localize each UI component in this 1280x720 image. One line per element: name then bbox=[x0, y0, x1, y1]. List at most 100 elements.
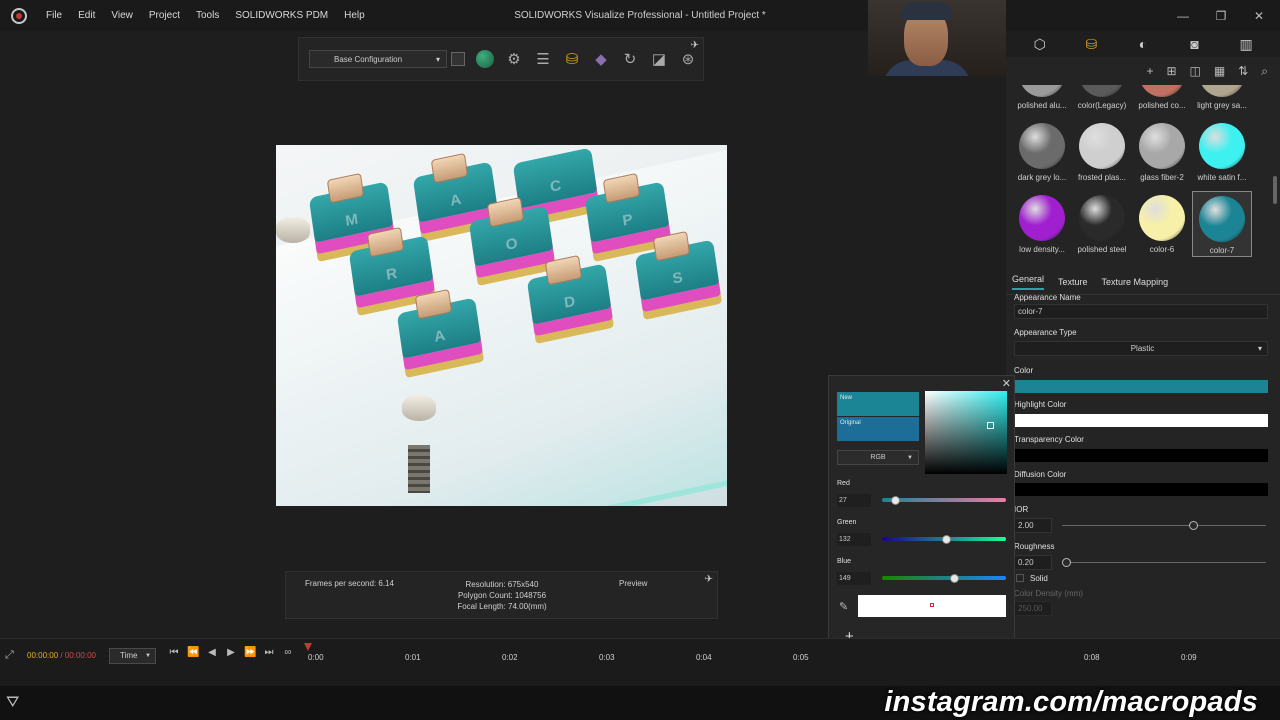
skip-end-icon[interactable]: ⏭ bbox=[263, 647, 275, 658]
menu-edit[interactable]: Edit bbox=[70, 0, 103, 31]
configuration-dropdown[interactable]: Base Configuration ▾ bbox=[309, 50, 447, 68]
next-keyframe-icon[interactable]: ⏩ bbox=[244, 647, 256, 658]
appearance-thumbnail[interactable]: low density... bbox=[1012, 191, 1072, 257]
appearances-tab-icon[interactable]: ⛁ bbox=[1071, 36, 1111, 53]
search-icon[interactable]: ⌕ bbox=[1261, 64, 1268, 79]
taskbar-app-icon[interactable]: ⛛ bbox=[6, 694, 19, 712]
loop-icon[interactable]: ∞ bbox=[282, 647, 294, 658]
red-input[interactable]: 27 bbox=[837, 494, 871, 507]
timeline-mode-dropdown[interactable]: Time ▼ bbox=[109, 648, 156, 664]
eyedropper-icon[interactable]: ✎ bbox=[839, 600, 848, 613]
diffusion-color-swatch[interactable] bbox=[1014, 483, 1268, 496]
add-icon[interactable]: + bbox=[1146, 64, 1153, 78]
diffusion-color-label: Diffusion Color bbox=[1014, 470, 1067, 479]
model-icon[interactable]: ⚙ bbox=[505, 50, 523, 68]
red-slider-track[interactable] bbox=[882, 498, 1006, 502]
tab-general[interactable]: General bbox=[1012, 274, 1045, 290]
transparency-color-swatch[interactable] bbox=[1014, 449, 1268, 462]
menu-pdm[interactable]: SOLIDWORKS PDM bbox=[227, 0, 336, 31]
pin-icon[interactable]: ✈ bbox=[691, 40, 699, 51]
app-logo-icon[interactable] bbox=[0, 0, 38, 31]
green-slider-knob[interactable] bbox=[942, 535, 952, 544]
appearance-thumbnail[interactable]: color-7 bbox=[1192, 191, 1252, 257]
scrollbar[interactable] bbox=[1273, 176, 1277, 204]
appearance-thumbnail[interactable]: white satin f... bbox=[1192, 119, 1252, 185]
models-tab-icon[interactable]: ⬡ bbox=[1020, 36, 1060, 53]
render-stats-panel: Frames per second: 6.14 Resolution: 675x… bbox=[285, 571, 718, 619]
cameras-tab-icon[interactable]: ◙ bbox=[1175, 36, 1215, 52]
material-ball bbox=[1139, 123, 1185, 169]
menu-file[interactable]: File bbox=[38, 0, 70, 31]
menu-project[interactable]: Project bbox=[141, 0, 188, 31]
restore-icon[interactable]: ❐ bbox=[1214, 9, 1228, 23]
menu-view[interactable]: View bbox=[103, 0, 141, 31]
camera-shutter-icon[interactable]: ⊛ bbox=[679, 50, 697, 68]
appearance-thumbnail[interactable]: frosted plas... bbox=[1072, 119, 1132, 185]
turntable-icon[interactable]: ☰ bbox=[534, 50, 552, 68]
expand-icon[interactable]: ⤢ bbox=[5, 649, 14, 662]
ior-input[interactable]: 2.00 bbox=[1014, 518, 1052, 533]
material-ball bbox=[1199, 85, 1245, 97]
appearance-thumbnail[interactable]: color(Legacy) bbox=[1072, 85, 1132, 113]
blue-input[interactable]: 149 bbox=[837, 572, 871, 585]
appearance-thumbnail[interactable]: polished co... bbox=[1132, 85, 1192, 113]
color-swatch[interactable] bbox=[1014, 380, 1268, 393]
panel-icon[interactable]: ◫ bbox=[1190, 64, 1201, 78]
appearance-thumbnail[interactable]: polished alu... bbox=[1012, 85, 1072, 113]
taskbar: ⛛ instagram.com/macropads bbox=[0, 686, 1280, 720]
picker-cursor[interactable] bbox=[987, 422, 994, 429]
playhead[interactable] bbox=[304, 643, 312, 651]
minimize-icon[interactable]: — bbox=[1176, 9, 1190, 23]
grid-view-icon[interactable]: ▦ bbox=[1214, 64, 1225, 78]
blue-slider-knob[interactable] bbox=[950, 574, 960, 583]
appearance-grid: polished alu... color(Legacy) polished co.… bbox=[1006, 85, 1272, 261]
blue-slider-track[interactable] bbox=[882, 576, 1006, 580]
color-density-input[interactable]: 250.00 bbox=[1014, 601, 1052, 616]
refresh-icon[interactable]: ↻ bbox=[621, 50, 639, 68]
appearance-thumbnail[interactable]: color-6 bbox=[1132, 191, 1192, 257]
appearance-thumbnail[interactable]: glass fiber-2 bbox=[1132, 119, 1192, 185]
split-view-icon[interactable]: ⊞ bbox=[1166, 64, 1176, 78]
skip-start-icon[interactable]: ⏮ bbox=[168, 647, 180, 658]
green-input[interactable]: 132 bbox=[837, 533, 871, 546]
roughness-input[interactable]: 0.20 bbox=[1014, 555, 1052, 570]
tab-texture[interactable]: Texture bbox=[1058, 277, 1088, 287]
appearance-type-select[interactable]: Plastic ▾ bbox=[1014, 341, 1268, 356]
appearance-name-input[interactable]: color-7 bbox=[1014, 304, 1268, 319]
render-mode-icon[interactable]: ◪ bbox=[650, 50, 668, 68]
tab-texture-mapping[interactable]: Texture Mapping bbox=[1102, 277, 1169, 287]
appearance-thumbnail[interactable]: dark grey lo... bbox=[1012, 119, 1072, 185]
sort-icon[interactable]: ⇅ bbox=[1238, 64, 1248, 78]
play-icon[interactable]: ▶ bbox=[225, 647, 237, 658]
saturation-value-field[interactable] bbox=[925, 391, 1007, 474]
timecode: 00:00:00 / 00:00:00 bbox=[27, 651, 96, 660]
color-mode-dropdown[interactable]: RGB ▼ bbox=[837, 450, 919, 465]
roughness-slider-knob[interactable] bbox=[1062, 558, 1072, 567]
timeline-ruler[interactable]: 0:00 0:01 0:02 0:03 0:04 0:05 0:08 0:09 bbox=[300, 639, 1280, 687]
ior-slider-track[interactable] bbox=[1062, 525, 1266, 526]
close-icon[interactable]: ✕ bbox=[1252, 9, 1266, 23]
appearance-thumbnail[interactable]: light grey sa... bbox=[1192, 85, 1252, 113]
scene-cube-icon[interactable]: ◆ bbox=[592, 50, 610, 68]
environment-sphere-icon[interactable] bbox=[476, 50, 494, 68]
roughness-slider-track[interactable] bbox=[1062, 562, 1266, 563]
appearance-cylinder-icon[interactable]: ⛁ bbox=[563, 50, 581, 68]
window-controls: — ❐ ✕ bbox=[1176, 0, 1266, 31]
prev-keyframe-icon[interactable]: ⏪ bbox=[187, 647, 199, 658]
appearance-thumbnail[interactable]: polished steel bbox=[1072, 191, 1132, 257]
scenes-tab-icon[interactable]: ◐ bbox=[1123, 36, 1163, 52]
close-icon[interactable]: ✕ bbox=[1002, 377, 1011, 390]
solid-checkbox[interactable] bbox=[1016, 574, 1024, 582]
highlight-color-swatch[interactable] bbox=[1014, 414, 1268, 427]
pin-icon[interactable]: ✈ bbox=[705, 574, 713, 585]
menu-help[interactable]: Help bbox=[336, 0, 373, 31]
original-color-swatch[interactable]: Original bbox=[837, 417, 919, 441]
libraries-tab-icon[interactable]: ▥ bbox=[1226, 36, 1266, 53]
step-back-icon[interactable]: ◀ bbox=[206, 647, 218, 658]
ior-slider-knob[interactable] bbox=[1188, 521, 1198, 530]
menu-tools[interactable]: Tools bbox=[188, 0, 227, 31]
configuration-button[interactable] bbox=[451, 52, 465, 66]
red-slider-knob[interactable] bbox=[891, 496, 901, 505]
timeline: ⤢ 00:00:00 / 00:00:00 Time ▼ ⏮ ⏪ ◀ ▶ ⏩ ⏭… bbox=[0, 638, 1280, 686]
appearance-type-label: Appearance Type bbox=[1014, 328, 1077, 337]
